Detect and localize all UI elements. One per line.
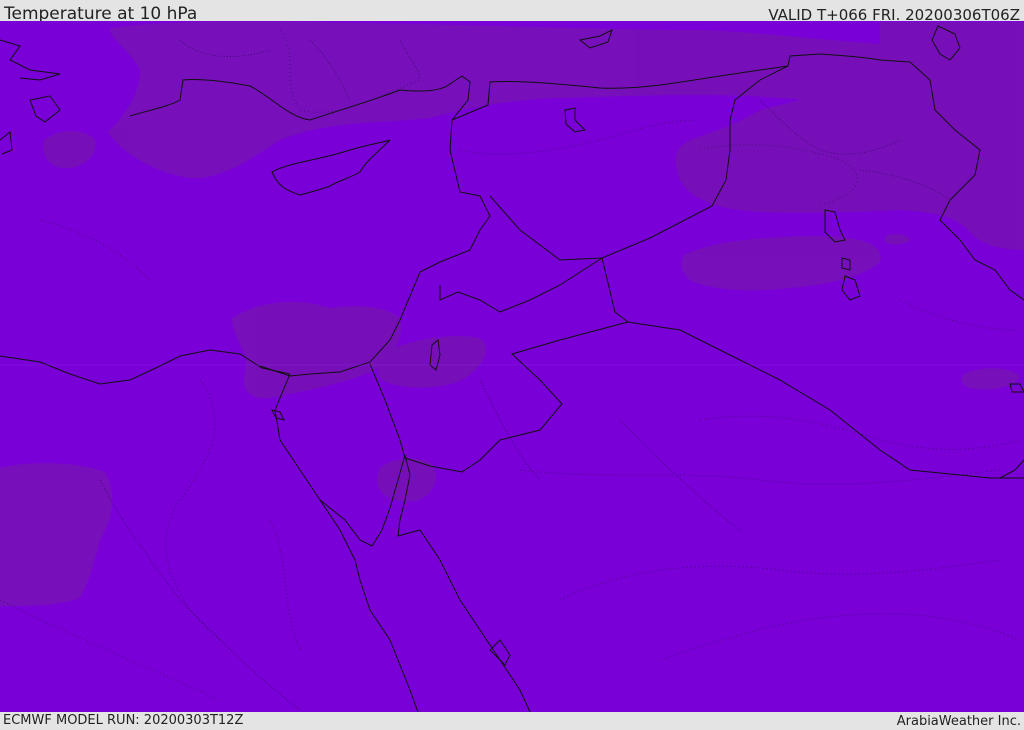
model-run-label: ECMWF MODEL RUN: 20200303T12Z [3, 713, 244, 728]
brand-label: ArabiaWeather Inc. [896, 714, 1021, 729]
weather-map [0, 21, 1024, 712]
footer-bar: ECMWF MODEL RUN: 20200303T12Z ArabiaWeat… [0, 712, 1024, 729]
header-bar: Temperature at 10 hPa VALID T+066 FRI. 2… [0, 0, 1024, 24]
